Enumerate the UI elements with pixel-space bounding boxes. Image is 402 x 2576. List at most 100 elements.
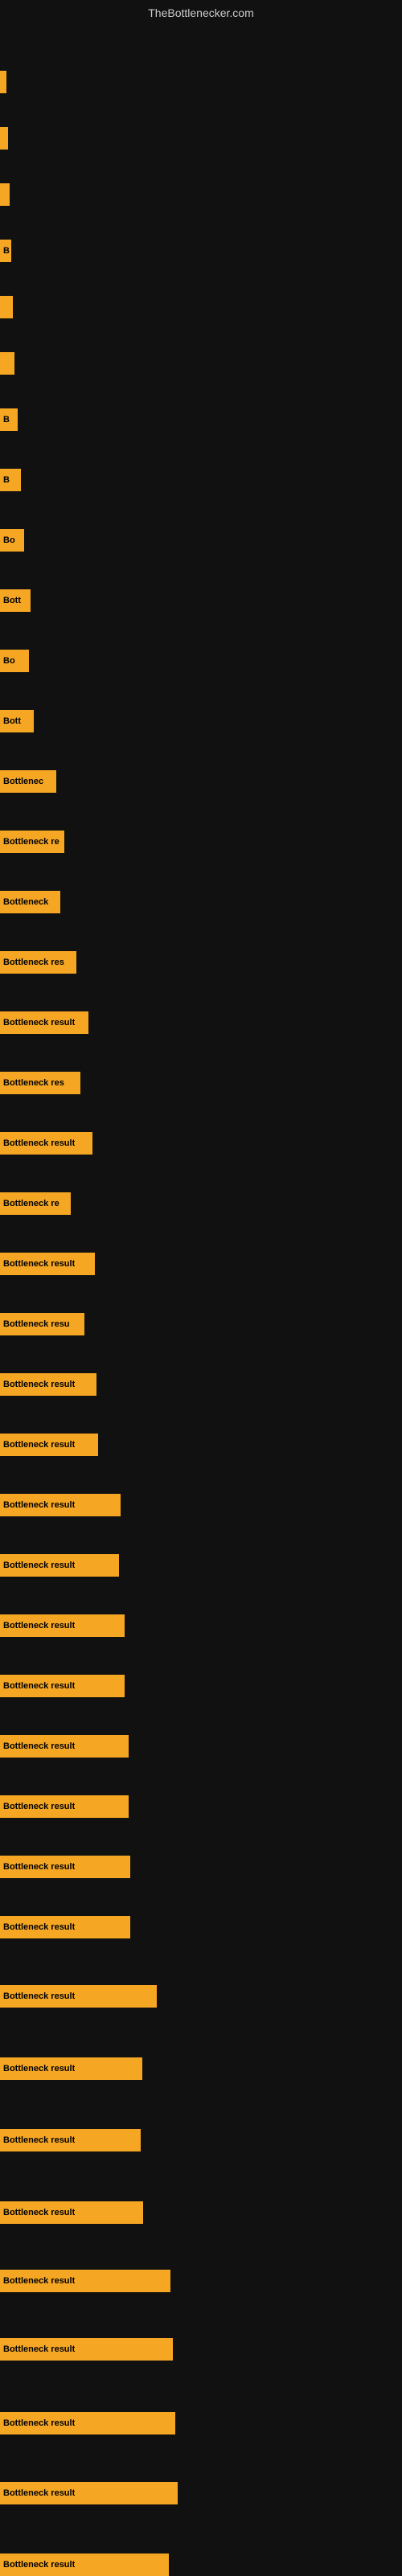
bar-rect: Bott	[0, 589, 31, 612]
bar-rect: Bottleneck result	[0, 1373, 96, 1396]
bar-item	[0, 71, 6, 93]
bar-label: Bo	[3, 656, 15, 666]
bar-label: Bott	[3, 596, 21, 605]
bar-rect: B	[0, 408, 18, 431]
bar-label: Bottleneck result	[3, 1681, 75, 1691]
bar-label: Bott	[3, 716, 21, 726]
bar-item: Bottleneck result	[0, 1985, 157, 2008]
bar-label: Bottleneck re	[3, 837, 59, 847]
bar-label: Bottleneck result	[3, 1922, 75, 1932]
bar-label: Bottleneck result	[3, 2135, 75, 2145]
bar-rect: Bottleneck result	[0, 2129, 141, 2151]
bar-label: Bottleneck	[3, 897, 48, 907]
bar-rect: Bottleneck res	[0, 951, 76, 974]
bar-item: Bottleneck re	[0, 1192, 71, 1215]
bar-item: Bottleneck result	[0, 1011, 88, 1034]
bar-item: Bottleneck result	[0, 2201, 143, 2224]
bar-item	[0, 296, 13, 318]
bar-rect: Bottleneck result	[0, 1554, 119, 1577]
bar-rect: Bottleneck result	[0, 2057, 142, 2080]
bar-item: Bottleneck result	[0, 1132, 92, 1155]
bar-rect: Bottleneck result	[0, 1011, 88, 1034]
bar-item: Bottleneck result	[0, 1253, 95, 1275]
bar-item: Bott	[0, 589, 31, 612]
bar-item: Bott	[0, 710, 34, 732]
bar-label: Bottleneck re	[3, 1199, 59, 1208]
bar-rect: Bottleneck resu	[0, 1313, 84, 1335]
bar-label: Bottleneck result	[3, 1802, 75, 1811]
bar-rect: Bottlenec	[0, 770, 56, 793]
bar-rect: Bottleneck result	[0, 1735, 129, 1758]
bar-rect	[0, 71, 6, 93]
bar-label: Bottleneck resu	[3, 1319, 70, 1329]
bar-item: Bottleneck res	[0, 951, 76, 974]
bar-rect	[0, 296, 13, 318]
bar-label: Bottleneck result	[3, 2208, 75, 2217]
bar-item: Bottleneck result	[0, 2412, 175, 2434]
bar-label: Bottleneck result	[3, 1561, 75, 1570]
bar-rect	[0, 183, 10, 206]
bar-item	[0, 127, 8, 150]
bar-rect	[0, 352, 14, 375]
bar-label: B	[3, 475, 10, 485]
bar-item: Bottleneck	[0, 891, 60, 913]
bar-rect: Bottleneck result	[0, 1253, 95, 1275]
bar-rect: Bottleneck	[0, 891, 60, 913]
bar-rect: Bottleneck result	[0, 1856, 130, 1878]
bar-label: Bottleneck result	[3, 1741, 75, 1751]
bar-rect: Bottleneck res	[0, 1072, 80, 1094]
bar-label: Bottleneck result	[3, 2276, 75, 2286]
bar-rect: Bottleneck result	[0, 2482, 178, 2504]
bar-rect: Bo	[0, 650, 29, 672]
bar-label: Bottleneck result	[3, 2488, 75, 2498]
bar-rect: Bottleneck re	[0, 1192, 71, 1215]
bar-item: Bottleneck result	[0, 1735, 129, 1758]
bar-rect: Bottleneck result	[0, 2412, 175, 2434]
bar-label: B	[3, 246, 10, 256]
bar-label: Bottleneck result	[3, 1018, 75, 1028]
bar-item: Bottleneck result	[0, 1675, 125, 1697]
bar-rect: Bottleneck result	[0, 1494, 121, 1516]
bar-rect	[0, 127, 8, 150]
bar-item: Bottleneck result	[0, 2270, 170, 2292]
bar-rect: Bottleneck re	[0, 831, 64, 853]
bar-label: Bottleneck result	[3, 1380, 75, 1389]
bar-label: Bottleneck result	[3, 1621, 75, 1631]
bar-rect: Bottleneck result	[0, 1916, 130, 1938]
bar-item	[0, 183, 10, 206]
bar-rect: Bott	[0, 710, 34, 732]
bar-item: Bo	[0, 650, 29, 672]
bar-item: B	[0, 469, 21, 491]
bar-item: B	[0, 240, 11, 262]
bar-label: Bottleneck result	[3, 1862, 75, 1872]
site-title: TheBottlenecker.com	[0, 0, 402, 23]
bar-rect: Bottleneck result	[0, 1795, 129, 1818]
bar-label: Bottleneck result	[3, 1440, 75, 1450]
bar-item	[0, 352, 14, 375]
bar-item: Bottleneck result	[0, 1494, 121, 1516]
bar-item: Bottleneck res	[0, 1072, 80, 1094]
chart-area: B B B Bo Bott Bo Bott Bottlenec Bottleneck re Bot…	[0, 23, 402, 2563]
bar-label: Bottleneck result	[3, 2418, 75, 2428]
bar-rect: B	[0, 469, 21, 491]
bar-item: Bottleneck result	[0, 1856, 130, 1878]
bar-rect: Bottleneck result	[0, 1675, 125, 1697]
bar-item: Bottleneck result	[0, 2338, 173, 2361]
bar-item: Bottleneck result	[0, 1434, 98, 1456]
bar-label: Bottleneck result	[3, 1138, 75, 1148]
bar-rect: Bottleneck result	[0, 1985, 157, 2008]
bar-item: Bottlenec	[0, 770, 56, 793]
bar-label: Bottleneck result	[3, 1500, 75, 1510]
bar-item: Bottleneck result	[0, 1795, 129, 1818]
bar-item: Bottleneck result	[0, 1614, 125, 1637]
bar-rect: B	[0, 240, 11, 262]
bar-rect: Bo	[0, 529, 24, 552]
bar-label: Bottleneck result	[3, 1991, 75, 2001]
bar-item: Bottleneck result	[0, 2057, 142, 2080]
bar-item: Bottleneck result	[0, 1916, 130, 1938]
bar-label: Bottleneck result	[3, 2560, 75, 2570]
bar-label: Bottleneck res	[3, 1078, 64, 1088]
bar-label: Bottleneck result	[3, 2064, 75, 2074]
bar-rect: Bottleneck result	[0, 2338, 173, 2361]
bar-label: Bottleneck result	[3, 2344, 75, 2354]
